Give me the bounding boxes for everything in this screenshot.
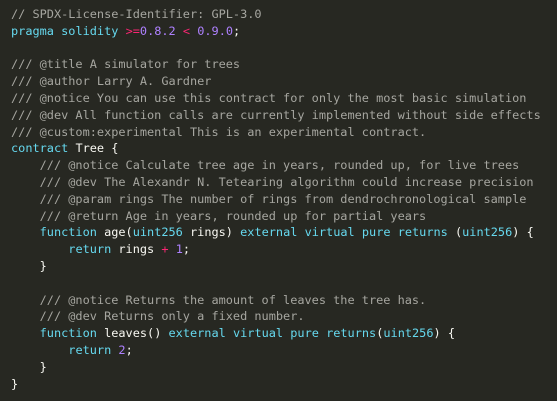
code-token-keyword: pragma xyxy=(11,23,54,38)
code-token-punct: } xyxy=(11,376,19,391)
code-token-comment: /// @author Larry A. Gardner xyxy=(11,74,212,89)
code-token-comment: /// @notice Returns the amount of leaves… xyxy=(11,292,427,307)
code-line: /// @return Age in years, rounded up for… xyxy=(11,208,557,225)
code-line: /// @dev All function calls are currentl… xyxy=(11,107,557,124)
code-line: /// @title A simulator for trees xyxy=(11,56,557,73)
code-token-comment: /// @param rings The number of rings fro… xyxy=(11,191,527,206)
code-token-keyword: external xyxy=(240,225,298,240)
code-line: contract Tree { xyxy=(11,140,557,157)
code-token-ident: Tree { xyxy=(68,141,119,156)
code-line: /// @notice Returns the amount of leaves… xyxy=(11,292,557,309)
code-line: } xyxy=(11,258,557,275)
code-token-keyword: pure xyxy=(361,225,391,240)
code-token-number: 0.9.0 xyxy=(197,23,234,38)
code-token-punct: } xyxy=(11,258,47,273)
code-line: /// @param rings The number of rings fro… xyxy=(11,191,557,208)
code-line-empty xyxy=(11,40,557,57)
code-line: function age(uint256 rings) external vir… xyxy=(11,224,557,241)
code-line: /// @dev The Alexandr N. Tetearing algor… xyxy=(11,174,557,191)
code-line: /// @notice You can use this contract fo… xyxy=(11,90,557,107)
code-line: /// @author Larry A. Gardner xyxy=(11,73,557,90)
code-token-ident: rings) xyxy=(182,225,241,240)
code-token-comment: /// @notice You can use this contract fo… xyxy=(11,90,527,105)
code-token-comment: /// @dev The Alexandr N. Tetearing algor… xyxy=(11,174,534,189)
code-line: return rings + 1; xyxy=(11,241,557,258)
code-token-keyword: returns xyxy=(326,326,377,341)
code-token-comment: /// @custom:experimental This is an expe… xyxy=(11,124,427,139)
code-line: /// @notice Calculate tree age in years,… xyxy=(11,157,557,174)
code-token-type: uint256 xyxy=(462,225,513,240)
code-token-ident: leaves() xyxy=(96,326,169,341)
code-token-number: 2 xyxy=(118,342,126,357)
code-token-comment: /// @notice Calculate tree age in years,… xyxy=(11,158,520,173)
code-token-keyword: external xyxy=(168,326,226,341)
code-token-comment: /// @dev Returns only a fixed number. xyxy=(11,309,305,324)
code-token-punct: ) { xyxy=(433,326,455,341)
code-token-punct: } xyxy=(11,359,47,374)
code-token-keyword: virtual xyxy=(232,326,284,341)
code-token-keyword: virtual xyxy=(304,225,355,240)
code-token-ident: rings xyxy=(111,242,162,257)
code-editor[interactable]: // SPDX-License-Identifier: GPL-3.0 pragm… xyxy=(0,0,557,401)
code-token-keyword: return xyxy=(68,342,112,357)
code-token-keyword: function xyxy=(39,326,97,341)
code-token-operator: < xyxy=(182,23,191,38)
code-token-comment: /// @return Age in years, rounded up for… xyxy=(11,208,427,223)
code-line: // SPDX-License-Identifier: GPL-3.0 xyxy=(11,6,557,23)
code-line: /// @dev Returns only a fixed number. xyxy=(11,308,557,325)
code-line: /// @custom:experimental This is an expe… xyxy=(11,124,557,141)
code-token-ident: age( xyxy=(96,225,133,240)
code-token-operator: >= xyxy=(125,23,140,38)
code-token-punct: ; xyxy=(182,242,191,257)
code-token-keyword: return xyxy=(68,242,112,257)
code-token-operator: + xyxy=(161,242,169,257)
code-token-keyword: contract xyxy=(11,141,69,156)
code-line: return 2; xyxy=(11,342,557,359)
code-line: } xyxy=(11,376,557,393)
code-token-punct: ( xyxy=(447,225,463,240)
code-token-keyword: returns xyxy=(397,225,448,240)
code-token-number: 0.8.2 xyxy=(139,23,176,38)
code-token-keyword: pure xyxy=(290,326,319,341)
code-token-comment: /// @dev All function calls are currentl… xyxy=(11,107,541,122)
code-token-punct: ) { xyxy=(512,225,534,240)
code-token-keyword: function xyxy=(39,225,97,240)
code-token-type: uint256 xyxy=(132,225,183,240)
code-line: pragma solidity >=0.8.2 < 0.9.0; xyxy=(11,23,557,40)
code-token-keyword: solidity xyxy=(61,23,119,38)
code-token-type: uint256 xyxy=(383,326,434,341)
code-token-punct: ; xyxy=(233,23,241,38)
code-line: } xyxy=(11,359,557,376)
code-line-empty xyxy=(11,275,557,292)
code-token-number: 1 xyxy=(175,242,183,257)
code-token-comment: /// @title A simulator for trees xyxy=(11,57,241,72)
code-line: function leaves() external virtual pure … xyxy=(11,325,557,342)
code-token-comment: // SPDX-License-Identifier: GPL-3.0 xyxy=(11,7,262,21)
code-token-punct: ; xyxy=(125,342,133,357)
